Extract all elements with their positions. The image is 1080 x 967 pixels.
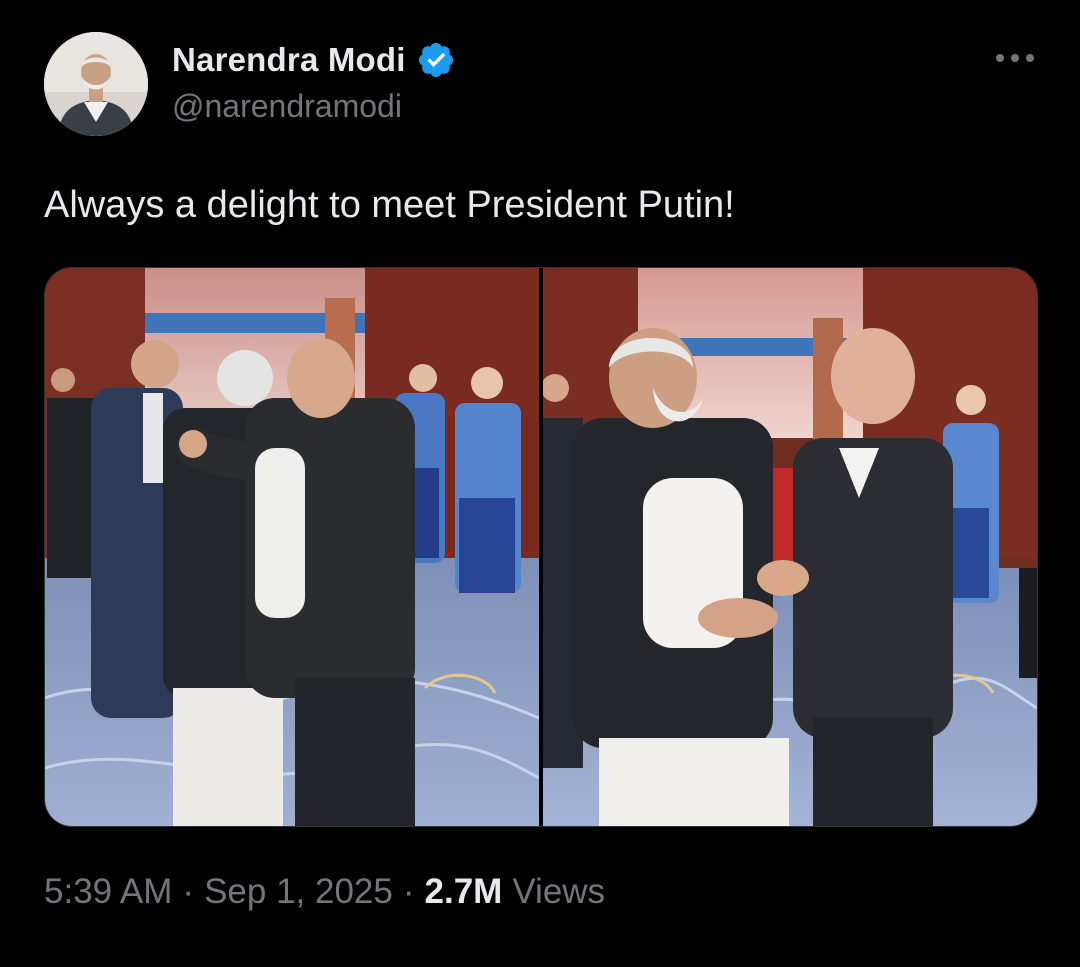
author-name-row: Narendra Modi (172, 38, 456, 82)
avatar-image (44, 32, 148, 136)
tweet-media (44, 267, 1038, 827)
more-options-icon[interactable] (990, 44, 1040, 72)
tweet-text: Always a delight to meet President Putin… (44, 184, 735, 226)
meta-separator: · (402, 872, 415, 911)
verified-badge-icon (418, 42, 453, 78)
media-photo-1[interactable] (45, 268, 539, 826)
tweet: Narendra Modi @narendramodi Always a del… (0, 0, 1080, 967)
tweet-meta: 5:39 AM · Sep 1, 2025 · 2.7M Views (44, 872, 605, 912)
meta-separator: · (182, 872, 195, 911)
views-label[interactable]: Views (512, 872, 605, 912)
author-display-name[interactable]: Narendra Modi (172, 41, 406, 79)
media-photo-2[interactable] (543, 268, 1037, 826)
author-handle[interactable]: @narendramodi (172, 88, 402, 125)
views-count: 2.7M (424, 872, 503, 911)
avatar[interactable] (44, 32, 148, 136)
tweet-time[interactable]: 5:39 AM (44, 872, 172, 912)
tweet-date[interactable]: Sep 1, 2025 (204, 872, 393, 912)
